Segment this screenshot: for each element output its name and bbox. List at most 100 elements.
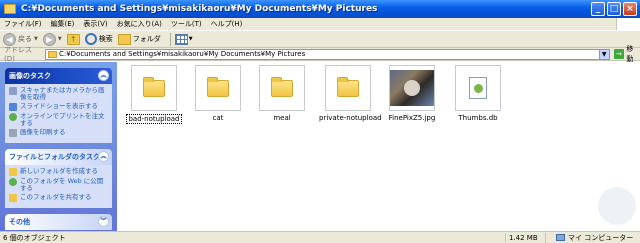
- folder-icon: [337, 76, 359, 97]
- share-folder-icon: [9, 194, 17, 202]
- task-slideshow[interactable]: スライドショーを表示する: [9, 103, 109, 111]
- up-folder-icon: ↑: [66, 33, 80, 45]
- task-label: スキャナまたはカメラから画像を取得: [20, 86, 105, 101]
- title-bar[interactable]: C:¥Documents and Settings¥misakikaoru¥My…: [0, 0, 640, 18]
- status-size: 1.42 MB: [505, 233, 545, 242]
- window-title: C:¥Documents and Settings¥misakikaoru¥My…: [21, 4, 378, 14]
- file-name: cat: [212, 114, 224, 122]
- collapse-chevron-icon[interactable]: ︽: [98, 151, 109, 162]
- file-name: FinePixZ5.jpg: [388, 114, 436, 122]
- go-button[interactable]: → 移動: [613, 44, 640, 64]
- order-prints-icon: [9, 113, 17, 121]
- picture-watermark-icon: [598, 187, 636, 225]
- task-print[interactable]: 画像を印刷する: [9, 129, 109, 137]
- my-computer-icon: [556, 234, 565, 241]
- go-arrow-icon: →: [613, 49, 625, 59]
- task-order-prints[interactable]: オンラインでプリントを注文する: [9, 113, 109, 127]
- file-name: bad-notupload: [126, 114, 182, 124]
- search-label: 検索: [98, 35, 113, 43]
- task-scan[interactable]: スキャナまたはカメラから画像を取得: [9, 87, 109, 101]
- status-bar: 6 個のオブジェクト 1.42 MB マイ コンピューター: [0, 231, 640, 243]
- new-folder-icon: [9, 168, 17, 176]
- toolbar-separator: [169, 32, 171, 46]
- task-label: スライドショーを表示する: [20, 102, 98, 110]
- picture-tasks-header[interactable]: 画像のタスク ︽: [5, 68, 112, 84]
- forward-arrow-icon: ▶: [42, 32, 56, 46]
- task-publish-web[interactable]: このフォルダを Web に公開する: [9, 178, 109, 192]
- status-zone: マイ コンピューター: [545, 232, 640, 243]
- back-button[interactable]: ◀ 戻る ▼: [3, 32, 38, 46]
- forward-button[interactable]: ▶ ▼: [42, 32, 62, 46]
- minimize-button[interactable]: _: [591, 2, 605, 16]
- thumbnail: [389, 65, 435, 111]
- db-file-icon: [469, 77, 487, 99]
- file-tasks-panel: ファイルとフォルダのタスク ︽ 新しいフォルダを作成する このフォルダを Web…: [5, 149, 112, 208]
- views-button[interactable]: ▼: [174, 33, 193, 45]
- address-label: アドレス(D): [4, 46, 32, 63]
- menu-help[interactable]: ヘルプ(H): [211, 19, 243, 29]
- back-label: 戻る: [18, 35, 32, 43]
- task-label: このフォルダを Web に公開する: [20, 177, 104, 192]
- folder-icon: [143, 76, 165, 97]
- file-name: Thumbs.db: [458, 114, 498, 122]
- file-item[interactable]: Thumbs.db: [449, 65, 507, 122]
- photo-thumbnail: [390, 70, 434, 106]
- back-arrow-icon: ◀: [3, 32, 16, 46]
- thumbnail: [131, 65, 177, 111]
- thumbnail: [455, 65, 501, 111]
- address-input[interactable]: C:¥Documents and Settings¥misakikaoru¥My…: [44, 48, 610, 60]
- toolbar: ◀ 戻る ▼ ▶ ▼ ↑ 検索 フォルダ ▼: [0, 30, 640, 48]
- thumbnail: [195, 65, 241, 111]
- menu-bar: ファイル(F) 編集(E) 表示(V) お気に入り(A) ツール(T) ヘルプ(…: [0, 18, 640, 30]
- folders-label: フォルダ: [132, 35, 161, 43]
- folders-icon: [117, 33, 131, 45]
- folders-button[interactable]: フォルダ: [117, 33, 161, 45]
- menu-favorites[interactable]: お気に入り(A): [117, 19, 162, 29]
- file-tasks-title: ファイルとフォルダのタスク: [9, 153, 100, 161]
- picture-tasks-title: 画像のタスク: [9, 72, 51, 80]
- task-share-folder[interactable]: このフォルダを共有する: [9, 194, 109, 202]
- file-item[interactable]: FinePixZ5.jpg: [383, 65, 441, 122]
- picture-tasks-panel: 画像のタスク ︽ スキャナまたはカメラから画像を取得 スライドショーを表示する …: [5, 68, 112, 143]
- address-dropdown-icon[interactable]: ▼: [598, 49, 609, 59]
- folder-icon: [47, 50, 57, 58]
- thumbnail: [259, 65, 305, 111]
- task-label: 新しいフォルダを作成する: [20, 167, 98, 175]
- menu-edit[interactable]: 編集(E): [51, 19, 75, 29]
- search-button[interactable]: 検索: [84, 33, 113, 45]
- scanner-icon: [9, 87, 17, 95]
- status-zone-label: マイ コンピューター: [568, 233, 634, 242]
- up-folder-button[interactable]: ↑: [66, 33, 80, 45]
- file-tasks-header[interactable]: ファイルとフォルダのタスク ︽: [5, 149, 112, 165]
- task-label: このフォルダを共有する: [20, 193, 92, 201]
- maximize-button[interactable]: □: [607, 2, 621, 16]
- file-name: private-notupload: [319, 114, 382, 122]
- task-pane: 画像のタスク ︽ スキャナまたはカメラから画像を取得 スライドショーを表示する …: [0, 62, 117, 231]
- views-icon: [174, 33, 188, 45]
- folder-icon: [207, 76, 229, 97]
- thumbnail: [325, 65, 371, 111]
- go-label: 移動: [626, 45, 634, 63]
- search-icon: [84, 33, 97, 45]
- other-header[interactable]: その他 ︾: [5, 214, 112, 230]
- windows-logo-icon: [616, 18, 640, 30]
- file-name: meal: [273, 114, 291, 122]
- file-item[interactable]: meal: [253, 65, 311, 122]
- collapse-chevron-icon[interactable]: ︽: [98, 70, 109, 81]
- file-item[interactable]: cat: [189, 65, 247, 122]
- file-item[interactable]: private-notupload: [319, 65, 382, 122]
- expand-chevron-icon[interactable]: ︾: [98, 216, 109, 227]
- task-new-folder[interactable]: 新しいフォルダを作成する: [9, 168, 109, 176]
- printer-icon: [9, 129, 17, 137]
- menu-view[interactable]: 表示(V): [83, 19, 107, 29]
- folder-icon: [4, 4, 16, 14]
- close-button[interactable]: ×: [623, 2, 637, 16]
- address-path: C:¥Documents and Settings¥misakikaoru¥My…: [58, 50, 306, 58]
- publish-web-icon: [9, 178, 17, 186]
- task-label: 画像を印刷する: [20, 128, 66, 136]
- menu-tools[interactable]: ツール(T): [171, 19, 202, 29]
- status-object-count: 6 個のオブジェクト: [3, 233, 66, 242]
- menu-file[interactable]: ファイル(F): [4, 19, 42, 29]
- other-title: その他: [9, 218, 30, 226]
- file-item[interactable]: bad-notupload: [125, 65, 183, 124]
